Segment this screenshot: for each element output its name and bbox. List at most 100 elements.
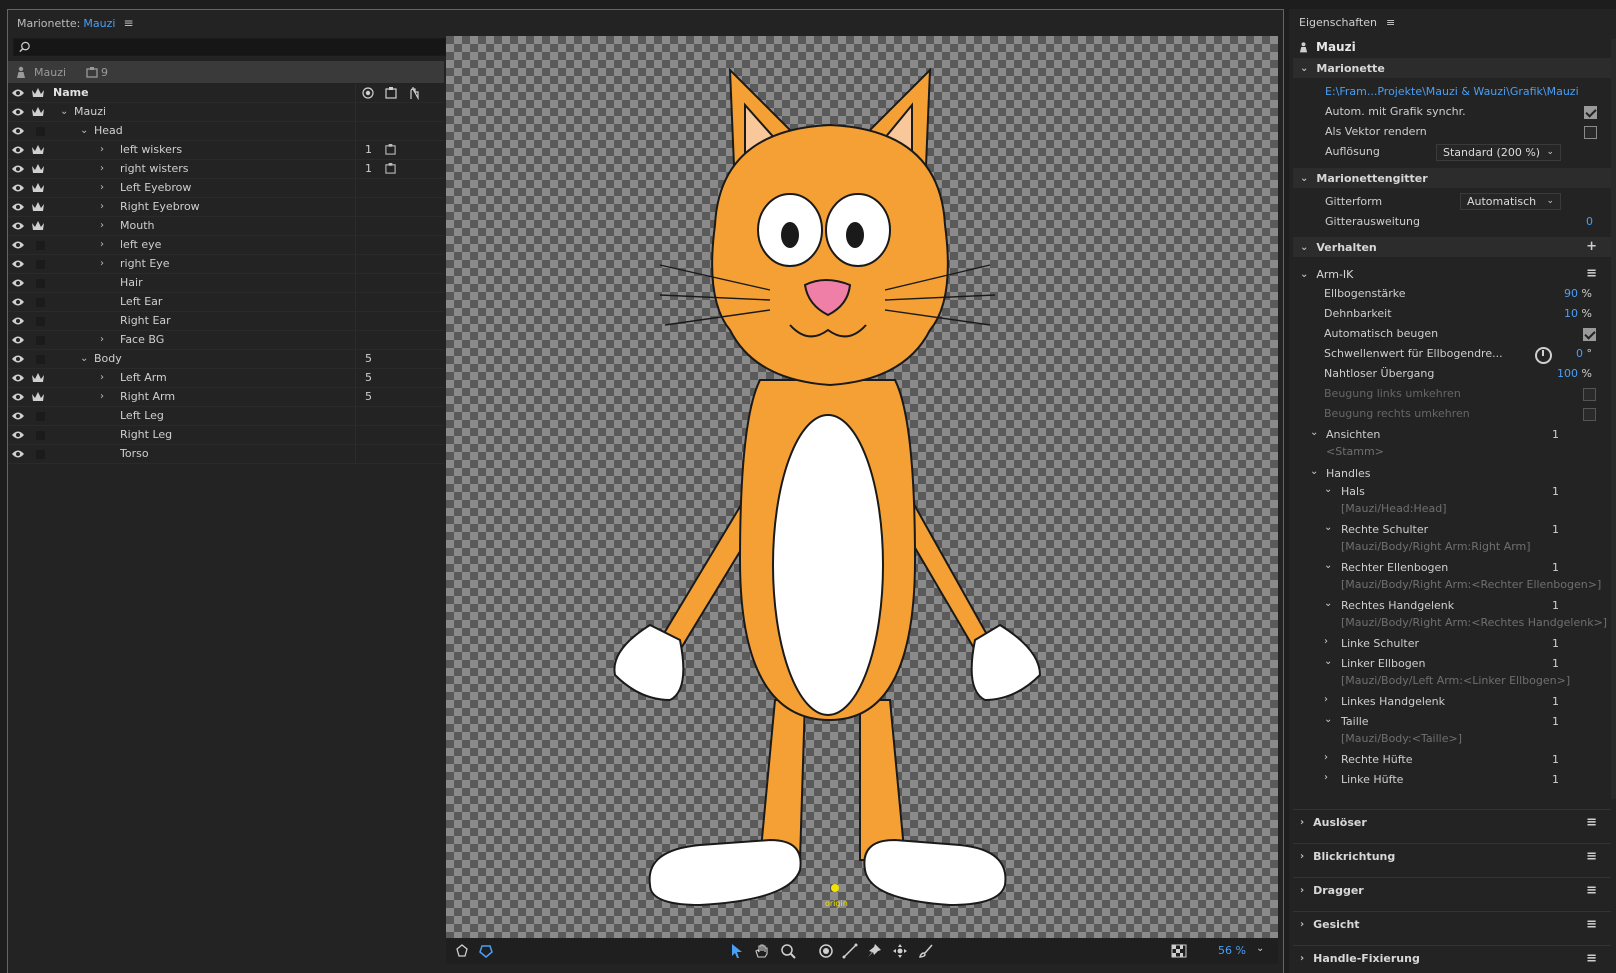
layer-row[interactable]: › Left Arm 5 [8,369,444,388]
layer-row[interactable]: › Right Arm 5 [8,388,444,407]
chevron-right-icon[interactable]: › [1324,772,1328,783]
independent-toggle[interactable] [36,336,45,345]
layer-row[interactable]: › Left Eyebrow [8,179,444,198]
sync-checkbox[interactable] [1584,106,1597,119]
layer-row[interactable]: › right Eye [8,255,444,274]
marionette-path[interactable]: E:\Fram...Projekte\Mauzi & Wauzi\Grafik\… [1325,85,1605,103]
visibility-eye-icon[interactable] [11,391,25,403]
chevron-right-icon[interactable]: › [100,182,104,193]
visibility-eye-icon[interactable] [11,220,25,232]
layer-row[interactable]: › left eye [8,236,444,255]
visibility-eye-icon[interactable] [11,277,25,289]
visibility-eye-icon[interactable] [11,125,25,137]
hand-handle-icon[interactable] [408,86,420,100]
independent-toggle[interactable] [36,412,45,421]
chevron-right-icon[interactable]: › [100,372,104,383]
crown-icon[interactable] [31,86,45,99]
visibility-eye-icon[interactable] [11,315,25,327]
section-collapsed[interactable]: › Dragger ≡ [1293,877,1611,903]
layer-row[interactable]: › Face BG [8,331,444,350]
section-marionette[interactable]: ⌄ Marionette [1293,58,1611,78]
independent-toggle[interactable] [36,431,45,440]
chevron-down-icon[interactable]: ⌄ [60,106,68,117]
behavior-menu-icon[interactable]: ≡ [1586,951,1597,966]
tag-icon[interactable] [385,144,396,155]
chevron-right-icon[interactable]: › [100,258,104,269]
visibility-eye-icon[interactable] [11,429,25,441]
handle-name[interactable]: Rechte Hüfte [1341,753,1413,766]
chevron-down-icon[interactable]: ⌄ [1324,598,1332,609]
visibility-eye-icon[interactable] [11,448,25,460]
independent-toggle[interactable] [36,298,45,307]
crown-icon[interactable] [31,143,45,156]
visibility-eye-icon[interactable] [11,372,25,384]
handle-name[interactable]: Linker Ellbogen [1341,657,1425,670]
independent-toggle[interactable] [36,260,45,269]
crown-icon[interactable] [31,371,45,384]
views-value[interactable]: <Stamm> [1326,445,1384,458]
behavior-menu-icon[interactable]: ≡ [1586,917,1597,932]
handle-name[interactable]: Linke Hüfte [1341,773,1403,786]
mesh-expand-value[interactable]: 0 [1586,215,1593,228]
tag-icon[interactable] [385,163,396,174]
record-icon[interactable] [362,87,374,99]
dial-icon[interactable] [1535,347,1552,364]
chevron-right-icon[interactable]: › [1324,694,1328,705]
handle-path[interactable]: [Mauzi/Head:Head] [1341,502,1447,515]
chevron-right-icon[interactable]: › [100,391,104,402]
visibility-eye-icon[interactable] [11,163,25,175]
layer-row[interactable]: Torso [8,445,444,464]
handle-name[interactable]: Rechte Schulter [1341,523,1428,536]
chevron-right-icon[interactable]: › [1324,636,1328,647]
puppet-track-icon[interactable] [454,943,470,959]
crown-icon[interactable] [31,200,45,213]
chevron-down-icon[interactable]: ⌄ [1324,484,1332,495]
brush-icon[interactable] [918,943,934,959]
resolution-dropdown[interactable]: Standard (200 %) ⌄ [1436,144,1561,161]
panel-title-puppet[interactable]: Mauzi [83,17,115,30]
behavior-menu-icon[interactable]: ≡ [1586,266,1597,281]
layer-row[interactable]: › Mouth [8,217,444,236]
visibility-eye-icon[interactable] [11,410,25,422]
handle-path[interactable]: [Mauzi/Body/Right Arm:<Rechtes Handgelen… [1341,616,1607,629]
handle-name[interactable]: Taille [1341,715,1369,728]
layer-row[interactable]: ⌄ Head [8,122,444,141]
layer-row[interactable]: Hair [8,274,444,293]
chevron-right-icon[interactable]: › [100,220,104,231]
panel-menu-icon[interactable]: ≡ [123,16,133,30]
layer-row[interactable]: › right wisters 1 [8,160,444,179]
crown-icon[interactable] [31,219,45,232]
layer-row[interactable]: Right Leg [8,426,444,445]
visibility-eye-icon[interactable] [11,106,25,118]
chevron-down-icon[interactable]: ⌄ [80,353,88,364]
search-input[interactable] [13,38,446,56]
section-collapsed[interactable]: › Gesicht ≡ [1293,911,1611,937]
chevron-right-icon[interactable]: › [100,334,104,345]
independent-toggle[interactable] [36,127,45,136]
handle-name[interactable]: Hals [1341,485,1365,498]
chevron-right-icon[interactable]: › [1324,752,1328,763]
handle-name[interactable]: Rechter Ellenbogen [1341,561,1448,574]
handle-name[interactable]: Rechtes Handgelenk [1341,599,1454,612]
behavior-menu-icon[interactable]: ≡ [1586,849,1597,864]
section-behaviors[interactable]: ⌄ Verhalten + [1293,237,1611,257]
layer-row[interactable]: ⌄ Mauzi [8,103,444,122]
threshold-value[interactable]: 0 [1576,347,1583,360]
layer-row[interactable]: › left wiskers 1 [8,141,444,160]
transparency-grid-icon[interactable] [1171,943,1187,959]
flip-right-checkbox[interactable] [1583,408,1596,421]
independent-toggle[interactable] [36,355,45,364]
crown-icon[interactable] [31,390,45,403]
stretch-value[interactable]: 10 [1564,307,1578,320]
pin-icon[interactable] [866,943,882,959]
visibility-eye-icon[interactable] [11,87,25,99]
visibility-eye-icon[interactable] [11,334,25,346]
chevron-right-icon[interactable]: › [100,239,104,250]
independent-toggle[interactable] [36,317,45,326]
chevron-down-icon[interactable]: ⌄ [1324,656,1332,667]
visibility-eye-icon[interactable] [11,201,25,213]
chevron-down-icon[interactable]: ⌄ [1310,427,1318,438]
behavior-menu-icon[interactable]: ≡ [1586,815,1597,830]
layer-row[interactable]: Right Ear [8,312,444,331]
chevron-down-icon[interactable]: ⌄ [1324,522,1332,533]
